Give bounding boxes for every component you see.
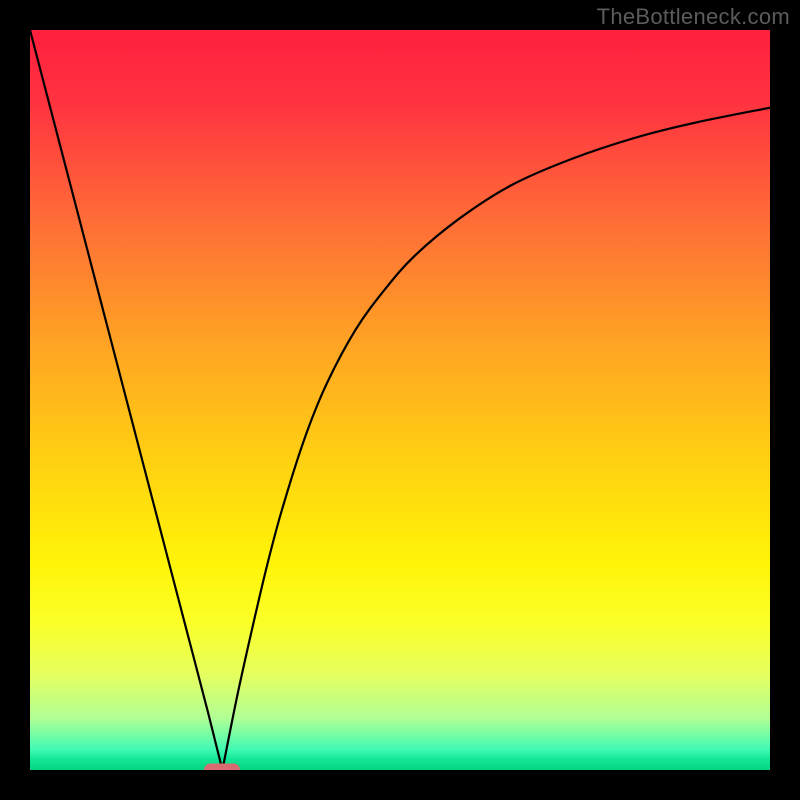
plot-area — [30, 30, 770, 770]
minimum-marker — [204, 764, 240, 771]
chart-frame: TheBottleneck.com — [0, 0, 800, 800]
watermark-text: TheBottleneck.com — [597, 4, 790, 30]
bottleneck-curve — [30, 30, 770, 770]
